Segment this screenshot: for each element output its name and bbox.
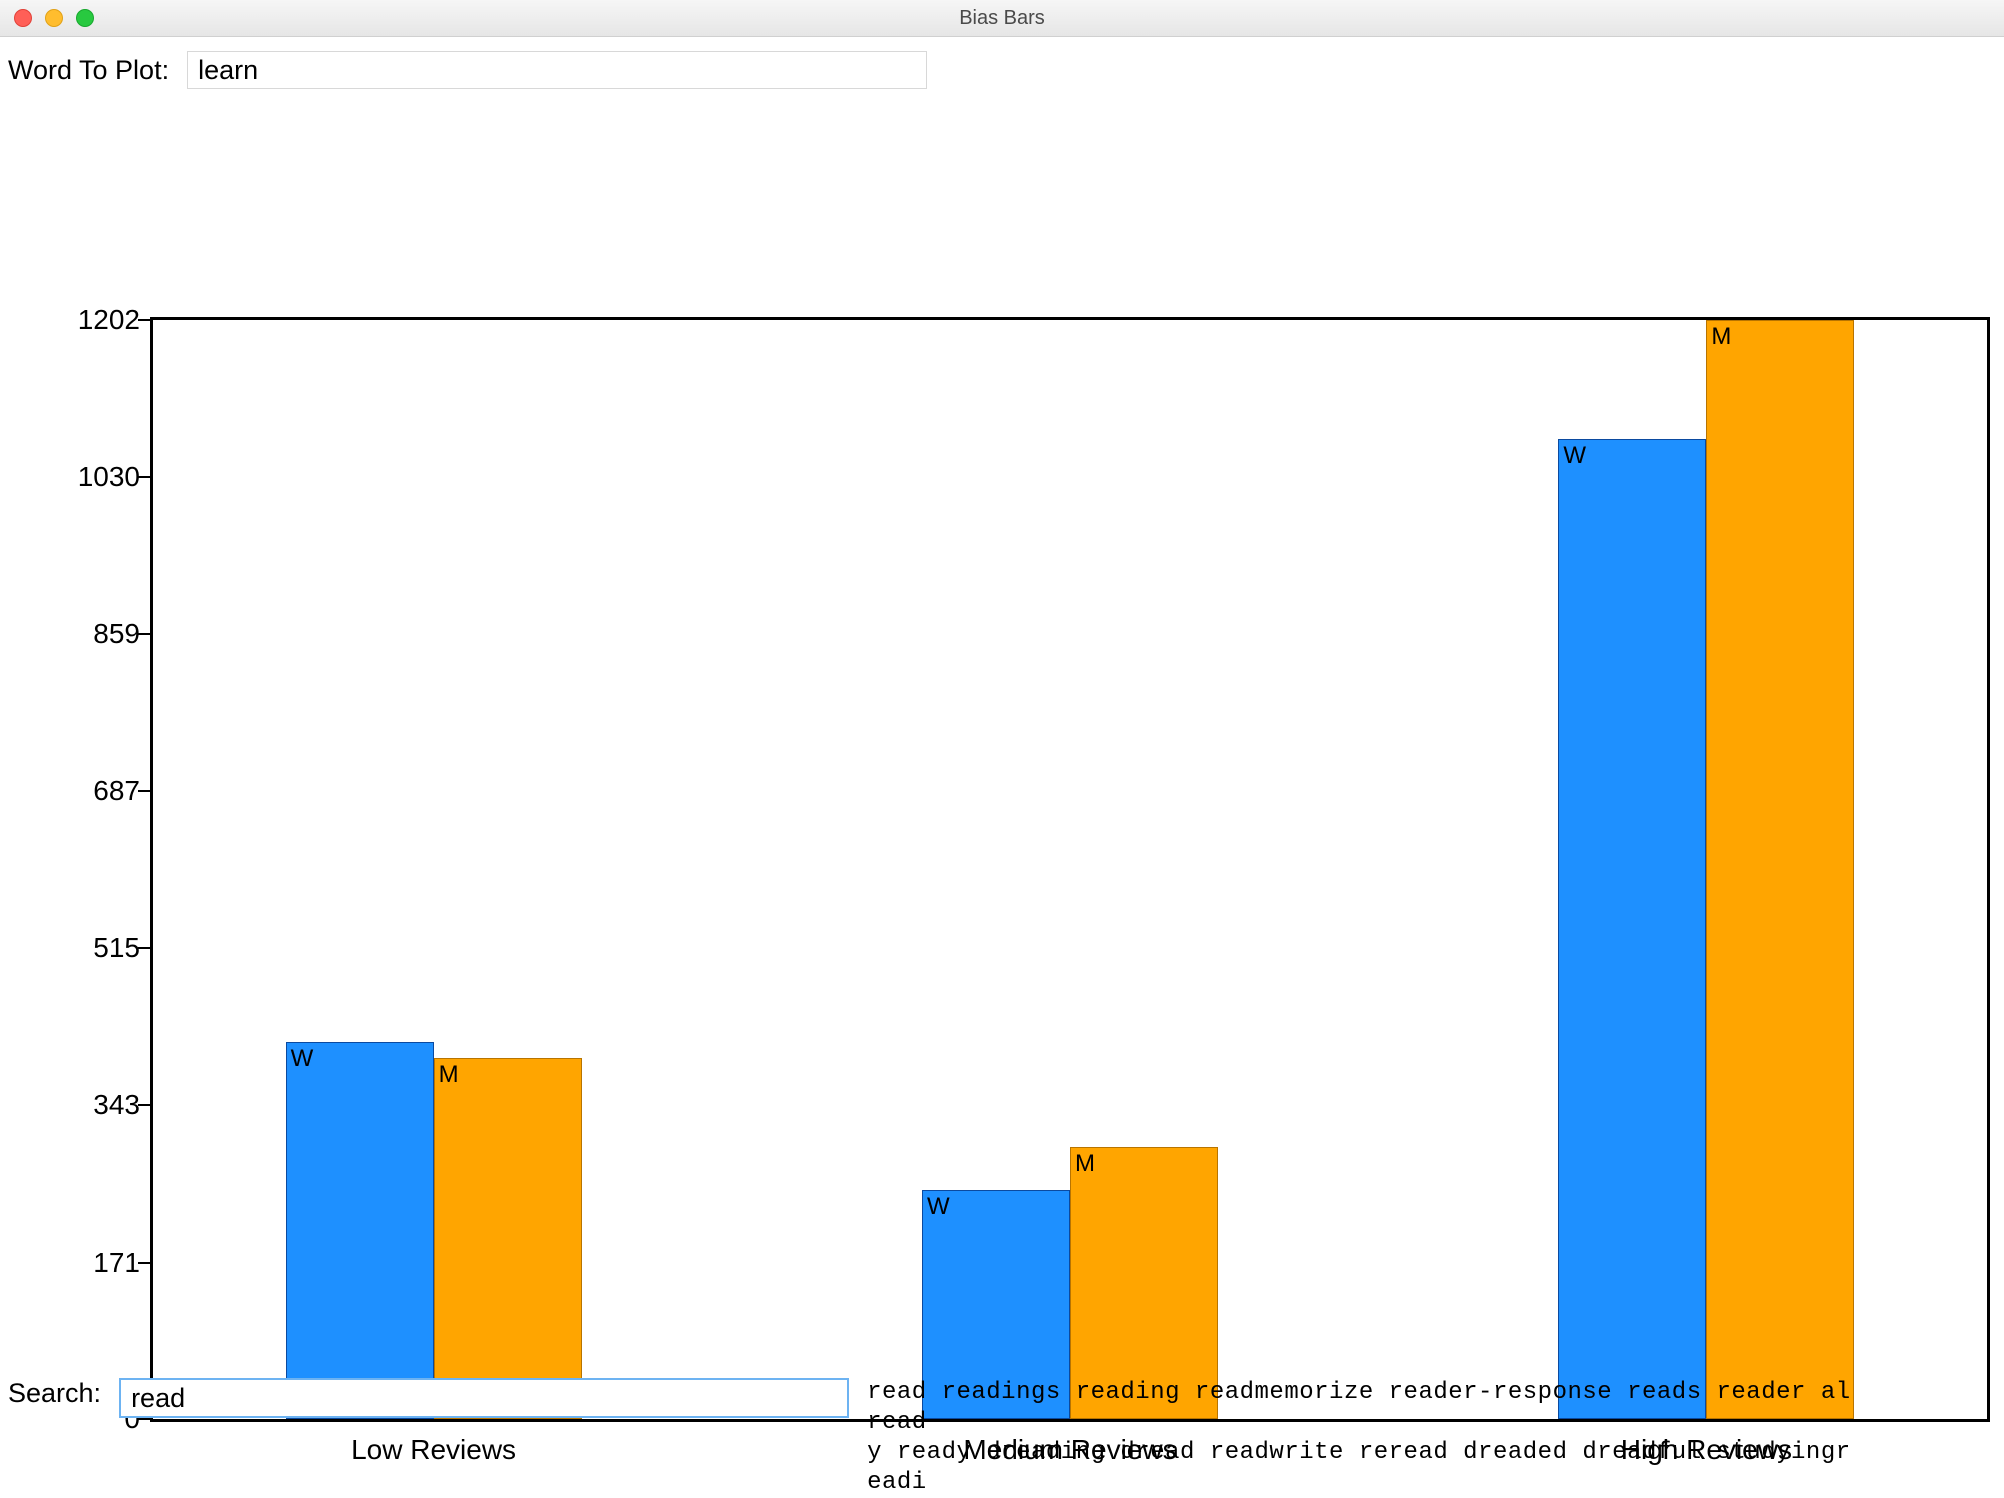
bar-m-0: M — [434, 1058, 582, 1419]
y-tick-mark — [138, 1262, 150, 1264]
bar-m-2: M — [1706, 320, 1854, 1419]
traffic-lights — [14, 9, 94, 27]
search-label: Search: — [8, 1378, 101, 1409]
search-results-line: y ready dreading dread readwrite reread … — [867, 1438, 1857, 1498]
bar-series-label: M — [439, 1061, 459, 1089]
word-to-plot-row: Word To Plot: — [0, 37, 2004, 97]
y-tick-mark — [138, 633, 150, 635]
bar-series-label: W — [1563, 442, 1586, 470]
window-title: Bias Bars — [0, 7, 2004, 30]
y-tick-mark — [138, 790, 150, 792]
window-titlebar: Bias Bars — [0, 0, 2004, 37]
y-tick-mark — [138, 1104, 150, 1106]
maximize-icon[interactable] — [76, 9, 94, 27]
search-input[interactable] — [119, 1378, 849, 1418]
bar-w-0: W — [286, 1042, 434, 1419]
y-tick-label: 1030 — [55, 461, 140, 493]
y-tick-mark — [138, 476, 150, 478]
bar-series-label: M — [1075, 1150, 1095, 1178]
y-tick-label: 1202 — [55, 304, 140, 336]
search-row: Search: read readings reading readmemori… — [8, 1378, 1857, 1498]
y-tick-label: 171 — [55, 1247, 140, 1279]
search-results: read readings reading readmemorize reade… — [867, 1378, 1857, 1498]
y-tick-mark — [138, 947, 150, 949]
word-to-plot-label: Word To Plot: — [8, 55, 169, 86]
y-tick-label: 343 — [55, 1089, 140, 1121]
search-results-line: read readings reading readmemorize reade… — [867, 1378, 1857, 1438]
bar-series-label: M — [1711, 323, 1731, 351]
y-tick-mark — [138, 319, 150, 321]
bar-series-label: W — [927, 1193, 950, 1221]
bar-series-label: W — [291, 1045, 314, 1073]
close-icon[interactable] — [14, 9, 32, 27]
y-tick-label: 687 — [55, 775, 140, 807]
y-tick-label: 859 — [55, 618, 140, 650]
minimize-icon[interactable] — [45, 9, 63, 27]
word-to-plot-input[interactable] — [187, 51, 927, 89]
bar-w-2: W — [1558, 439, 1706, 1419]
y-tick-label: 515 — [55, 932, 140, 964]
